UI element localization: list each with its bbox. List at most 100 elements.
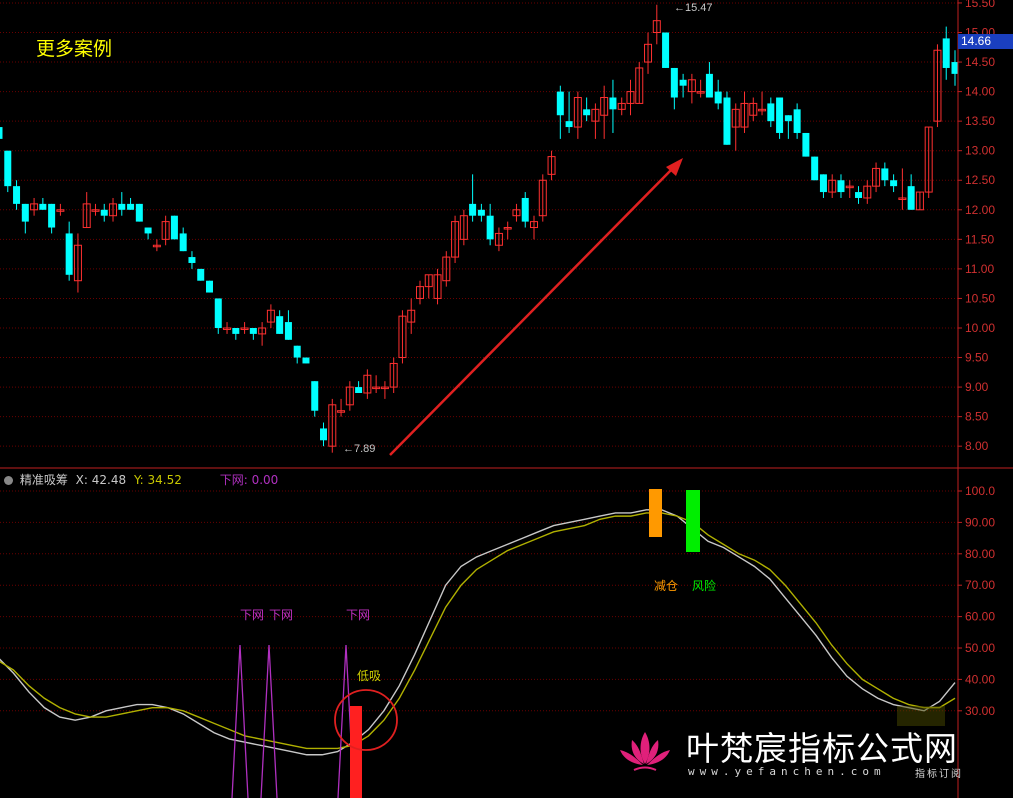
candle-body	[521, 197, 529, 222]
candle-body	[802, 132, 810, 157]
candle-down	[249, 327, 257, 340]
indicator-series	[0, 509, 956, 756]
collapse-icon[interactable]	[4, 476, 13, 485]
candle-down	[662, 32, 670, 68]
indicator-name: 精准吸筹	[19, 473, 68, 487]
candle-down	[521, 192, 529, 228]
candle-down	[276, 310, 284, 334]
candle-down	[556, 85, 564, 139]
candle-body	[0, 127, 3, 139]
price-tick-label: 11.50	[965, 232, 994, 246]
indicator-x-value: X: 42.48	[75, 473, 127, 487]
candle-up	[442, 251, 451, 287]
candle-down	[670, 67, 678, 110]
candle-down	[302, 357, 310, 364]
candle-down	[565, 91, 573, 133]
chart-canvas: 8.00 8.50 9.00 9.50 10.00 10.50 11.00 11.50 12.0…	[0, 0, 1013, 798]
candle-down	[232, 327, 240, 340]
more-cases-banner[interactable]: 更多案例	[36, 34, 112, 61]
candle-up	[644, 32, 653, 74]
price-tick-label: 12.50	[965, 173, 995, 187]
indicator-tick-label: 40.00	[965, 672, 995, 686]
candle-body	[4, 150, 12, 187]
indicator-header: 精准吸筹 X: 42.48 Y: 34.52 下网: 0.00	[4, 471, 278, 488]
down-net-label: 下网	[240, 608, 265, 622]
candle-body	[249, 327, 257, 334]
candle-up	[266, 304, 275, 328]
candle-up	[398, 310, 407, 364]
candle-body	[48, 203, 56, 228]
candle-up	[30, 197, 39, 216]
candle-up	[328, 398, 337, 453]
candle-down	[714, 79, 722, 110]
price-tick-label: 10.50	[965, 291, 995, 305]
candle-up	[933, 44, 942, 128]
candle-up	[845, 180, 854, 198]
reduce-position-label: 减仓	[654, 579, 679, 593]
candle-down	[767, 97, 775, 128]
indicator-tick-label: 70.00	[965, 578, 995, 592]
down-net-label: 下网	[346, 608, 371, 622]
candle-body	[837, 180, 845, 193]
candle-down	[881, 162, 889, 187]
candle-up	[380, 381, 389, 399]
candle-body	[556, 91, 564, 116]
candle-down	[355, 381, 363, 393]
low-buy-bar	[350, 706, 362, 798]
indicator-y-value: Y: 34.52	[133, 473, 182, 487]
candle-up	[345, 381, 354, 411]
candle-up	[258, 322, 267, 346]
candle-body	[320, 428, 328, 441]
candle-body	[127, 203, 135, 210]
candle-up	[591, 103, 600, 139]
candle-up	[872, 162, 881, 193]
price-tick-label: 13.50	[965, 114, 995, 128]
watermark-url: www.yefanchen.com	[688, 765, 886, 778]
candle-body	[679, 79, 687, 86]
candle-body	[784, 115, 792, 122]
candle-up	[372, 375, 381, 393]
candle-down	[118, 192, 126, 216]
candle-up	[56, 203, 65, 216]
candle-up	[223, 322, 232, 334]
down-net-label: 下网	[269, 608, 294, 622]
candle-down	[205, 280, 213, 293]
chart-annotations	[231, 158, 945, 798]
candle-down	[4, 150, 12, 193]
candle-body	[311, 381, 319, 411]
candle-up	[758, 91, 767, 116]
candle-down	[776, 97, 784, 139]
candle-up	[731, 103, 740, 151]
candle-down	[723, 91, 731, 145]
price-tick-label: 8.50	[965, 410, 989, 424]
reduce-position-bar	[649, 489, 662, 537]
candle-up	[512, 203, 521, 222]
candle-body	[907, 186, 915, 210]
candle-body	[293, 345, 301, 358]
candle-down	[127, 197, 135, 210]
candle-body	[284, 322, 292, 340]
candle-up	[389, 357, 398, 393]
candle-up	[424, 274, 433, 299]
candle-body	[276, 316, 284, 334]
low-buy-label: 低吸	[357, 669, 382, 683]
price-tick-label: 14.50	[965, 55, 995, 69]
candle-body	[705, 73, 713, 98]
candle-down	[819, 174, 827, 198]
watermark-title: 叶梵宸指标公式网	[686, 729, 958, 768]
price-tick-label: 9.50	[965, 351, 989, 365]
candle-body	[477, 209, 485, 216]
candle-down	[942, 26, 950, 80]
down-net-spike	[231, 644, 249, 798]
candle-up	[91, 203, 100, 216]
candle-body	[793, 109, 801, 133]
candle-up	[626, 79, 635, 116]
candle-up	[407, 298, 416, 334]
candle-body	[881, 168, 889, 181]
trend-arrow	[389, 164, 677, 456]
candle-down	[705, 62, 713, 98]
candle-body	[214, 298, 222, 328]
candle-body	[205, 280, 213, 293]
candle-down	[170, 215, 178, 240]
candle-up	[451, 215, 460, 263]
